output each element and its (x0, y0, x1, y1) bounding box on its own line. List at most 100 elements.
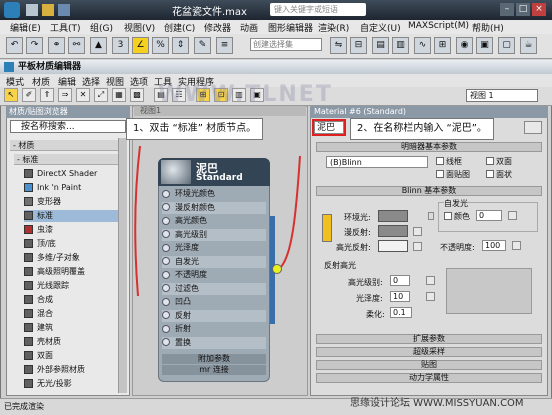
browser-category-standard[interactable]: - 标准 (14, 154, 118, 165)
browser-item[interactable]: 双面 (24, 350, 126, 362)
self-illum-value[interactable]: 0 (476, 210, 502, 221)
close-icon[interactable]: × (532, 3, 546, 16)
link-icon[interactable]: ⚭ (48, 37, 65, 54)
view-select-dropdown[interactable]: 视图 1 (466, 89, 538, 102)
browser-item[interactable]: 多维/子对象 (24, 252, 126, 264)
browser-item[interactable]: 建筑 (24, 322, 126, 334)
browser-item[interactable]: 高级照明覆盖 (24, 266, 126, 278)
menu-help[interactable]: 帮助(H) (472, 21, 504, 34)
render-frame-icon[interactable]: ▢ (498, 37, 515, 54)
opacity-value[interactable]: 100 (482, 240, 506, 251)
ambient-swatch[interactable] (378, 210, 408, 222)
edit-named-sets-icon[interactable]: ≡ (216, 37, 233, 54)
browser-category-materials[interactable]: - 材质 (10, 140, 126, 151)
rollout-supersampling[interactable]: 超级采样 (316, 347, 542, 357)
diffuse-swatch[interactable] (378, 225, 408, 237)
percent-snap-icon[interactable]: % (152, 37, 169, 54)
slot-port-icon[interactable] (162, 284, 170, 292)
browser-item[interactable]: 虫漆 (24, 224, 126, 236)
menu-graph-editors[interactable]: 图形编辑器 (268, 21, 313, 34)
node-input-slot[interactable]: 反射 (162, 309, 266, 322)
slot-port-icon[interactable] (162, 189, 170, 198)
browser-search-input[interactable]: 按名称搜索... (10, 120, 126, 133)
background-icon[interactable]: ▦ (112, 88, 126, 102)
undo-icon[interactable]: ↶ (6, 37, 23, 54)
material-type-button[interactable] (524, 121, 542, 134)
select-tool-icon[interactable]: ↖ (4, 88, 18, 102)
menu-rendering[interactable]: 渲染(R) (318, 21, 349, 34)
browser-item[interactable]: 壳材质 (24, 336, 126, 348)
browser-item[interactable]: 外部参照材质 (24, 364, 126, 376)
gloss-map-button[interactable] (426, 292, 435, 301)
lock-ambient-diffuse[interactable] (322, 214, 332, 242)
unlink-icon[interactable]: ⚯ (68, 37, 85, 54)
node-input-slot[interactable]: 光泽度 (162, 242, 266, 254)
view-tab[interactable]: 视图1 (134, 106, 306, 116)
node-input-slot[interactable]: 高光颜色 (162, 215, 266, 227)
angle-snap-icon[interactable]: ∠ (132, 37, 149, 54)
maximize-icon[interactable]: □ (516, 3, 530, 16)
rollout-extended[interactable]: 扩展参数 (316, 334, 542, 344)
node-input-slot[interactable]: 漫反射颜色 (162, 201, 266, 214)
rollout-maps[interactable]: 贴图 (316, 360, 542, 370)
assign-material-icon[interactable]: ⇒ (58, 88, 72, 102)
slot-port-icon[interactable] (162, 203, 170, 211)
specular-map-button[interactable] (413, 242, 422, 251)
spec-level-map-button[interactable] (426, 276, 435, 285)
browser-item[interactable]: 光线跟踪 (24, 280, 126, 292)
slot-port-icon[interactable] (162, 230, 170, 238)
self-illum-color-checkbox[interactable] (444, 212, 452, 220)
menu-create[interactable]: 创建(C) (164, 21, 195, 34)
spec-level-value[interactable]: 0 (390, 275, 410, 286)
browser-item[interactable]: 混合 (24, 308, 126, 320)
menu-maxscript[interactable]: MAXScript(M) (408, 21, 469, 31)
menu-modifiers[interactable]: 修改器 (204, 21, 231, 34)
node-input-slot[interactable]: 高光级别 (162, 228, 266, 241)
soften-value[interactable]: 0.1 (390, 307, 412, 318)
node-input-slot[interactable]: 过滤色 (162, 282, 266, 295)
wire-checkbox[interactable] (436, 157, 444, 165)
menu-group[interactable]: 组(G) (90, 21, 113, 34)
shader-dropdown[interactable]: (B)Blinn (326, 156, 428, 168)
menu-animation[interactable]: 动画 (240, 21, 258, 34)
browser-item[interactable]: 变形器 (24, 196, 126, 208)
app-search-input[interactable]: 键入关键字或短语 (270, 3, 366, 16)
rollout-dynamics[interactable]: 动力学属性 (316, 373, 542, 383)
render-icon[interactable]: ☕ (520, 37, 537, 54)
mirror-icon[interactable]: ⇋ (330, 37, 347, 54)
menu-edit[interactable]: 编辑(E) (10, 21, 41, 34)
node-input-slot[interactable]: 自发光 (162, 255, 266, 268)
slot-port-icon[interactable] (162, 324, 170, 333)
slot-port-icon[interactable] (162, 257, 170, 265)
browser-item[interactable]: DirectX Shader (24, 168, 126, 180)
curve-editor-icon[interactable]: ∿ (414, 37, 431, 54)
graphite-icon[interactable]: ▥ (392, 37, 409, 54)
menu-tools[interactable]: 工具(T) (50, 21, 81, 34)
node-input-slot[interactable]: 环境光颜色 (162, 188, 266, 200)
show-map-icon[interactable]: ▩ (130, 88, 144, 102)
new-file-icon[interactable] (26, 4, 38, 16)
minimize-icon[interactable]: – (500, 3, 514, 16)
node-output-port[interactable] (272, 264, 282, 274)
faceted-checkbox[interactable] (486, 170, 494, 178)
gloss-value[interactable]: 10 (390, 291, 410, 302)
align-icon[interactable]: ⊟ (350, 37, 367, 54)
spinner-snap-icon[interactable]: ⇕ (172, 37, 189, 54)
two-sided-checkbox[interactable] (486, 157, 494, 165)
node-extra-params[interactable]: 附加参数 (162, 354, 266, 364)
snap-icon[interactable]: 3 (112, 37, 129, 54)
slot-port-icon[interactable] (162, 216, 170, 225)
node-input-slot[interactable]: 折射 (162, 323, 266, 335)
rollout-shader-basic[interactable]: 明暗器基本参数 (316, 142, 542, 152)
browser-item[interactable]: Ink 'n Paint (24, 182, 126, 194)
move-children-icon[interactable]: ⤢ (94, 88, 108, 102)
diffuse-map-button[interactable] (413, 227, 422, 236)
delete-icon[interactable]: ✕ (76, 88, 90, 102)
browser-item[interactable]: 无光/投影 (24, 378, 126, 390)
layer-manager-icon[interactable]: ▤ (372, 37, 389, 54)
node-input-slot[interactable]: 凹凸 (162, 296, 266, 308)
browser-scrollbar[interactable] (118, 138, 127, 393)
save-file-icon[interactable] (58, 4, 70, 16)
node-mr-connection[interactable]: mr 连接 (162, 365, 266, 375)
menu-customize[interactable]: 自定义(U) (360, 21, 401, 34)
